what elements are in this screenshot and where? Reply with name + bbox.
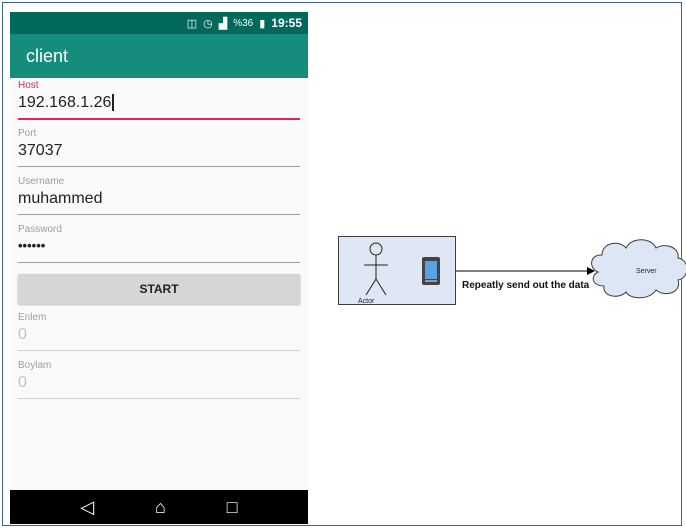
home-icon[interactable]: ⌂: [155, 497, 166, 518]
architecture-diagram: Actor Repeatly send out the data Server: [330, 220, 686, 330]
arrow-label: Repeatly send out the data: [462, 280, 590, 291]
vibrate-icon: ◫: [186, 17, 198, 30]
phone-screen: ◫ ◷ ▟ %36 ▮ 19:55 client Host 192.168.1.…: [10, 12, 308, 524]
signal-icon: ▟: [218, 17, 228, 30]
port-label: Port: [18, 128, 37, 139]
smartphone-icon: [422, 257, 440, 285]
stick-figure-icon: [364, 242, 388, 296]
app-bar: client: [10, 34, 308, 78]
recents-square-icon[interactable]: □: [227, 497, 238, 518]
boylam-underline: [18, 398, 300, 399]
actor-box: [338, 236, 456, 305]
host-input[interactable]: 192.168.1.26: [18, 94, 111, 111]
password-input[interactable]: ••••••: [18, 238, 300, 260]
app-title: client: [26, 46, 69, 66]
username-underline: [18, 214, 300, 215]
status-time: 19:55: [271, 16, 302, 30]
host-label: Host: [18, 80, 39, 91]
enlem-label: Enlem: [18, 312, 47, 323]
host-underline: [18, 118, 300, 120]
actor-label: Actor: [358, 298, 375, 305]
password-label: Password: [18, 224, 62, 235]
username-input[interactable]: muhammed: [18, 190, 300, 212]
actor-drawing: [364, 242, 440, 296]
port-underline: [18, 166, 300, 167]
battery-percent: %36: [233, 17, 254, 29]
battery-icon: ▮: [259, 17, 266, 30]
username-label: Username: [18, 176, 65, 187]
boylam-field[interactable]: Boylam 0: [18, 360, 300, 399]
enlem-underline: [18, 350, 300, 351]
status-bar: ◫ ◷ ▟ %36 ▮ 19:55: [10, 12, 308, 34]
username-field[interactable]: Username muhammed: [18, 176, 300, 215]
password-underline: [18, 262, 300, 263]
password-field[interactable]: Password ••••••: [18, 224, 300, 263]
boylam-label: Boylam: [18, 360, 52, 371]
port-field[interactable]: Port 37037: [18, 128, 300, 167]
enlem-field[interactable]: Enlem 0: [18, 312, 300, 351]
navigation-bar: ◁ ⌂ □: [10, 490, 308, 524]
start-button[interactable]: START: [18, 274, 300, 304]
host-field[interactable]: Host 192.168.1.26: [18, 80, 300, 120]
port-input[interactable]: 37037: [18, 142, 300, 164]
boylam-input[interactable]: 0: [18, 374, 300, 396]
server-label: Server: [636, 268, 657, 275]
text-caret: [112, 94, 114, 112]
enlem-input[interactable]: 0: [18, 326, 300, 348]
back-triangle-icon[interactable]: ◁: [80, 497, 94, 518]
alarm-icon: ◷: [203, 17, 213, 30]
